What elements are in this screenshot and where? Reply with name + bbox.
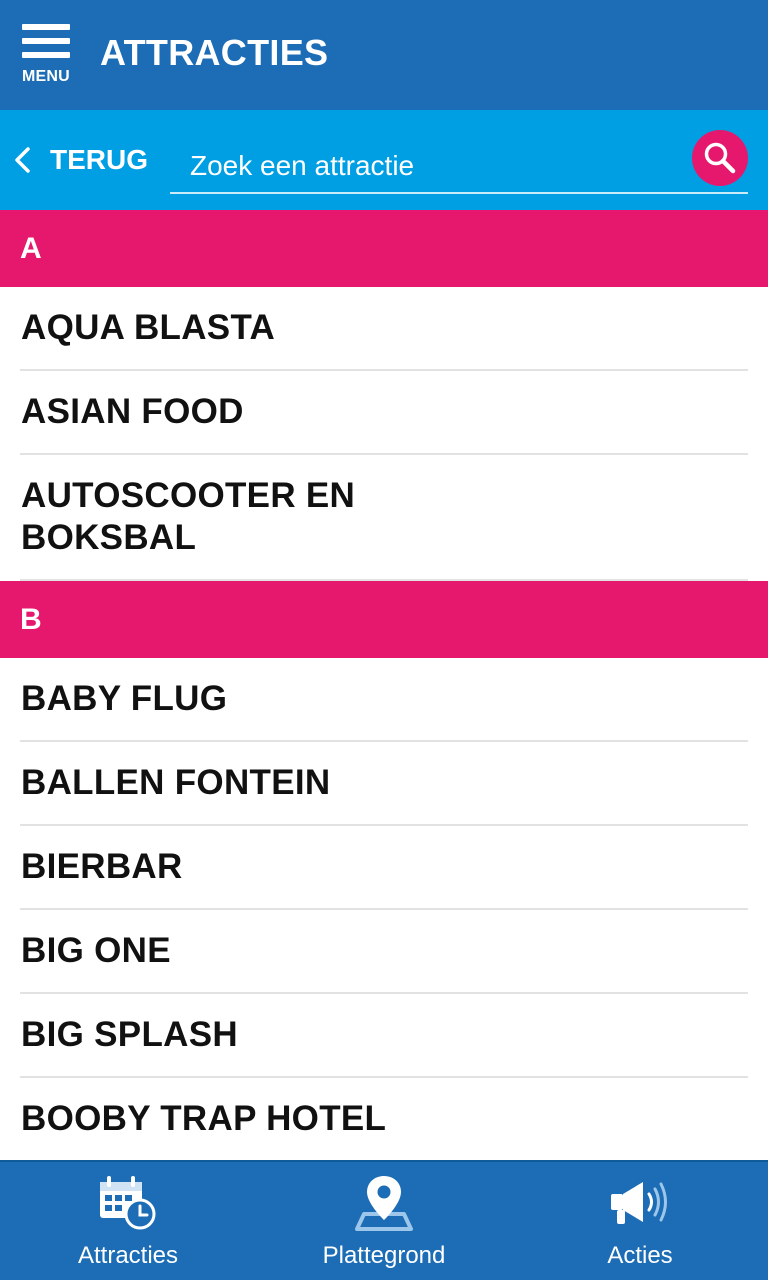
search-underline (170, 192, 748, 194)
back-label: TERUG (50, 144, 148, 175)
bottom-nav: Attracties Plattegrond Acties (0, 1160, 768, 1280)
list-item[interactable]: BIG SPLASH (0, 994, 768, 1078)
menu-label: MENU (22, 68, 70, 85)
list-item-label: AQUA BLASTA (21, 308, 276, 347)
list-item[interactable]: BIERBAR (0, 826, 768, 910)
calendar-clock-icon (100, 1176, 156, 1230)
list-item-label: BIG SPLASH (21, 1015, 238, 1054)
page-title: ATTRACTIES (100, 32, 329, 73)
list-item-label: BIG ONE (21, 931, 171, 970)
list-item-label: BABY FLUG (21, 679, 228, 718)
list-item[interactable]: BOOBY TRAP HOTEL (0, 1078, 768, 1160)
search-button[interactable] (692, 130, 748, 186)
list-item-label: AUTOSCOOTER EN BOKSBAL (21, 476, 356, 557)
list-item-label: BOOBY TRAP HOTEL (21, 1099, 387, 1138)
search-icon (704, 142, 736, 174)
nav-label: Plattegrond (322, 1242, 446, 1269)
nav-label: Acties (607, 1242, 673, 1269)
list-item-label: ASIAN FOOD (21, 392, 244, 431)
nav-item-attracties[interactable]: Attracties (0, 1162, 256, 1280)
list-item[interactable]: BABY FLUG (0, 658, 768, 742)
app-header: MENU ATTRACTIES (0, 0, 768, 110)
menu-button[interactable]: MENU (20, 22, 76, 88)
list-item[interactable]: ASIAN FOOD (0, 371, 768, 455)
map-pin-icon (355, 1176, 413, 1231)
list-item-label: BIERBAR (21, 847, 183, 886)
search-input[interactable] (170, 140, 680, 192)
search-bar: TERUG (0, 110, 768, 210)
nav-item-acties[interactable]: Acties (512, 1162, 768, 1280)
nav-label: Attracties (77, 1242, 179, 1269)
nav-item-plattegrond[interactable]: Plattegrond (256, 1162, 512, 1280)
section-header-b: B (0, 581, 768, 658)
back-button[interactable]: TERUG (12, 140, 148, 180)
section-header-a: A (0, 210, 768, 287)
list-item-label: BALLEN FONTEIN (21, 763, 331, 802)
list-item[interactable]: AQUA BLASTA (0, 287, 768, 371)
app-root: MENU ATTRACTIES TERUG A AQUA BLASTA ASIA… (0, 0, 768, 1280)
list-item[interactable]: AUTOSCOOTER EN BOKSBAL (0, 455, 768, 581)
chevron-left-icon (15, 147, 30, 173)
list-item[interactable]: BIG ONE (0, 910, 768, 994)
list-item[interactable]: BALLEN FONTEIN (0, 742, 768, 826)
megaphone-icon (611, 1182, 667, 1224)
